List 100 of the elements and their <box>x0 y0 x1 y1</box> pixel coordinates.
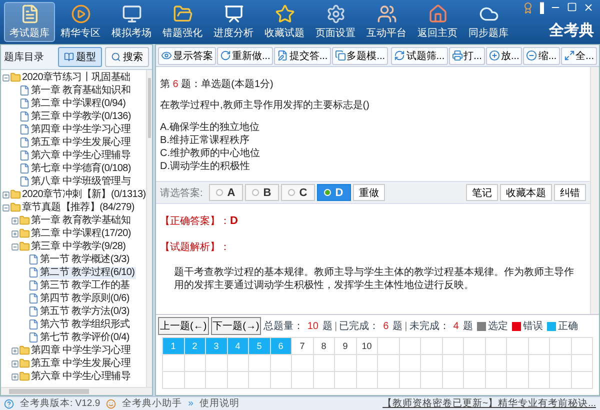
folder-icon <box>19 241 30 252</box>
nav-tab[interactable]: 错题强化 <box>157 2 208 42</box>
tree-item[interactable]: 第一节 教学概述(3/3) <box>39 254 130 266</box>
expand-icon[interactable] <box>11 372 19 380</box>
previous-button[interactable]: 上一题(←) <box>158 317 209 335</box>
refresh-icon <box>394 50 406 61</box>
page-icon <box>28 306 39 317</box>
tree-item[interactable]: 第四章 中学生学习心理 <box>30 124 132 136</box>
expand-icon[interactable] <box>11 230 19 238</box>
nav-tab[interactable]: 模拟考场 <box>106 2 157 42</box>
toolbar-button[interactable]: 放... <box>486 46 522 64</box>
expand-icon[interactable] <box>11 346 19 354</box>
collapse-icon[interactable] <box>2 74 10 82</box>
toolbar-button[interactable]: 显示答案 <box>158 46 216 64</box>
toolbar-button[interactable]: 全... <box>560 46 597 64</box>
scrollbar[interactable] <box>146 70 152 387</box>
question-number-cell[interactable]: 10 <box>356 338 378 355</box>
tree-item[interactable]: 第五章 中学生发展心理 <box>30 136 132 148</box>
chart-board-icon <box>224 4 244 24</box>
tree-item[interactable]: 第八章 中学班级管理与 <box>30 176 132 188</box>
action-button[interactable]: 笔记 <box>466 184 498 201</box>
page-icon <box>28 332 39 343</box>
nav-tab[interactable]: 返回主页 <box>412 2 463 42</box>
page-icon <box>28 254 39 265</box>
expand-icon[interactable] <box>11 360 19 368</box>
zoom-in-icon <box>488 50 500 61</box>
answer-option[interactable]: B <box>244 184 279 201</box>
version-text: 全考典版本: V12.9 <box>20 397 100 410</box>
question-type-button[interactable]: 题型 <box>58 47 102 67</box>
tree-item[interactable]: 第二章 中学课程(17/20) <box>30 228 132 240</box>
manual-link[interactable]: 使用说明 <box>199 397 240 410</box>
answer-option[interactable]: C <box>280 184 315 201</box>
eye-icon <box>161 50 172 61</box>
tree-item[interactable]: 第四章 中学生学习心理 <box>30 344 132 356</box>
question-number-cell[interactable]: 8 <box>314 338 335 355</box>
toolbar-button[interactable]: 重新做... <box>217 46 274 64</box>
nav-tab[interactable]: 收藏试题 <box>259 2 310 42</box>
divider-text: | <box>404 320 408 332</box>
tree-item[interactable]: 第六章 中学生心理辅导 <box>30 150 132 162</box>
tree-item[interactable]: 第四节 教学原则(0/6) <box>39 292 130 304</box>
toolbar-button[interactable]: 打... <box>448 46 485 64</box>
option-text: C.维护教师的中心地位 <box>160 148 261 160</box>
scrollbar[interactable] <box>590 67 599 314</box>
folder-icon <box>10 189 21 200</box>
toolbar-button[interactable]: 试题筛... <box>391 46 448 64</box>
tree-item[interactable]: 章节真题【推荐】(84/279) <box>21 202 136 214</box>
document-pen-icon <box>277 50 288 61</box>
expand-icon[interactable] <box>2 190 10 198</box>
tree-item[interactable]: 第六章 中学生心理辅导 <box>30 370 132 382</box>
tree-item[interactable]: 第七节 教学评价(0/4) <box>39 332 130 344</box>
action-button[interactable]: 纠错 <box>554 184 586 201</box>
tree-item[interactable]: 2020章节冲刺【新】(0/1313) <box>21 188 146 200</box>
tree-item[interactable]: 第三章 中学教学(9/28) <box>30 240 127 252</box>
tree-item[interactable]: 第一章 教育基础知识和 <box>30 84 132 96</box>
toolbar-button[interactable]: 提交答... <box>274 46 331 64</box>
tree-item[interactable]: 第三节 教学工作的基 <box>39 280 131 292</box>
nav-tab[interactable]: 页面设置 <box>310 2 361 42</box>
collapse-icon[interactable] <box>11 242 19 250</box>
folder-icon <box>19 371 30 382</box>
tree-item[interactable]: 第七章 中学德育(0/108) <box>30 162 132 174</box>
action-button[interactable]: 收藏本题 <box>500 184 552 201</box>
close-icon[interactable] <box>583 2 594 13</box>
toolbar-button[interactable]: 多题模... <box>332 46 388 64</box>
tree-item[interactable]: 2020章节练习丨巩固基础 <box>21 72 132 84</box>
nav-tab[interactable]: 考试题库 <box>4 2 55 42</box>
scrollbar[interactable] <box>1 387 152 395</box>
tree-item[interactable]: 第三章 中学教学(0/136) <box>30 110 132 122</box>
news-link[interactable]: 【教师资格密卷已更新~】精华专业有考前秘诀... <box>382 397 596 410</box>
tree-item[interactable]: 第二章 中学课程(0/94) <box>30 98 127 110</box>
answer-option[interactable]: D <box>316 184 351 201</box>
tree-item[interactable]: 第五节 教学方法(0/3) <box>39 306 130 318</box>
tree-item[interactable]: 第二节 教学过程(6/10) <box>39 266 136 278</box>
question-number-cell[interactable]: 9 <box>335 338 356 355</box>
assistant-link[interactable]: 全考典小助手 <box>122 397 182 410</box>
option-text: A.确保学生的独立地位 <box>160 122 260 134</box>
page-icon <box>28 280 39 291</box>
stat-value: 10 <box>306 320 320 332</box>
copy-icon <box>334 50 346 61</box>
next-button[interactable]: 下一题(→) <box>210 317 262 335</box>
redo-button[interactable]: 重做 <box>352 184 385 201</box>
stat-label: 总题量： <box>263 320 304 333</box>
tree-item[interactable]: 第一章 教育教学基础知 <box>30 214 132 226</box>
answer-option[interactable]: A <box>208 184 243 201</box>
tree-item[interactable]: 第五章 中学生发展心理 <box>30 358 132 370</box>
nav-tab[interactable]: 同步题库 <box>463 2 514 42</box>
nav-tab[interactable]: 精华专区 <box>55 2 106 42</box>
book-icon <box>64 52 74 62</box>
maximize-icon[interactable] <box>567 2 577 12</box>
search-button[interactable]: 搜索 <box>105 47 149 67</box>
tree-item[interactable]: 第六节 教学组织形式 <box>39 318 131 330</box>
page-icon <box>28 293 39 304</box>
expand-icon[interactable] <box>11 216 19 224</box>
question-number-cell[interactable]: 7 <box>292 338 314 355</box>
people-icon <box>376 4 396 24</box>
nav-tab[interactable]: 进度分析 <box>208 2 259 42</box>
toolbar-button[interactable]: 缩... <box>523 46 560 64</box>
folder-icon <box>19 345 30 356</box>
chevron-text: » <box>188 398 194 409</box>
nav-tab[interactable]: 互动平台 <box>361 2 412 42</box>
collapse-icon[interactable] <box>2 204 10 212</box>
